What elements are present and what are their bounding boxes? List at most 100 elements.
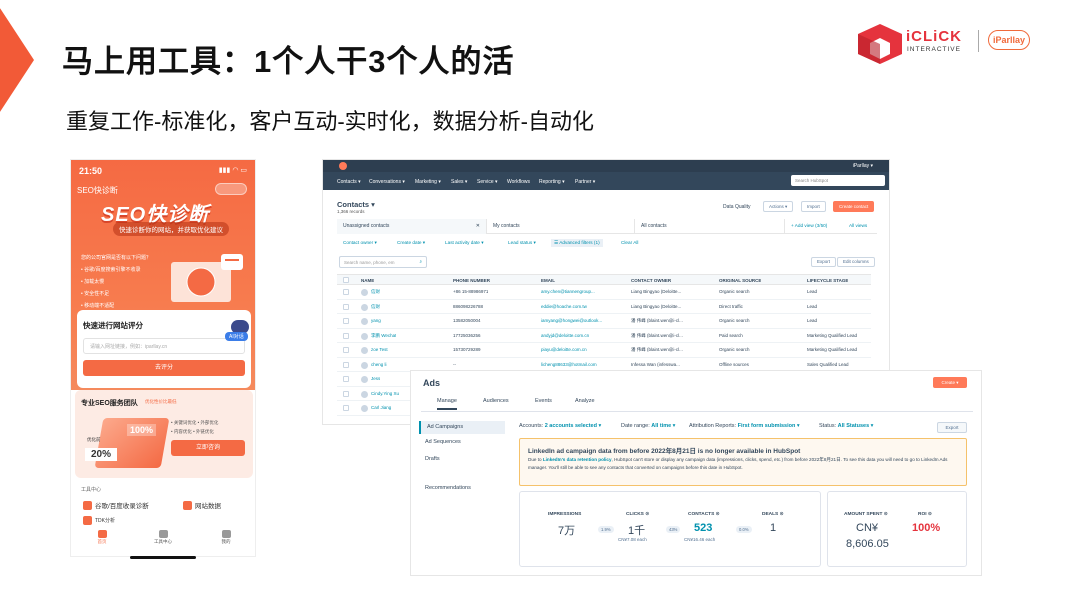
ai-chat-badge[interactable]: AI对话 (225, 332, 248, 341)
select-all-checkbox[interactable] (343, 277, 349, 283)
tab-audiences[interactable]: Audiences (483, 398, 509, 404)
sidebar-item-ad-campaigns[interactable]: Ad Campaigns (419, 421, 505, 434)
filter-last-activity[interactable]: Last activity date ▾ (445, 240, 484, 246)
contacts-value[interactable]: 523 (694, 522, 712, 534)
filter-date-range[interactable]: Date range: All time ▾ (621, 423, 675, 429)
col-source[interactable]: ORIGINAL SOURCE (719, 278, 761, 283)
sidebar-item-drafts[interactable]: Drafts (425, 456, 440, 462)
tab-my-contacts[interactable]: My contacts (487, 219, 635, 234)
filter-attribution[interactable]: Attribution Reports: First form submissi… (689, 423, 800, 429)
email-cell[interactable]: andyjd@deloitte.com.cn (541, 333, 589, 338)
owner-cell: Liang Bingyao (Deloitte... (631, 303, 682, 309)
sidebar-item-ad-sequences[interactable]: Ad Sequences (425, 439, 461, 445)
nav-sales[interactable]: Sales ▾ (451, 179, 467, 185)
name-cell[interactable]: cheng li (371, 362, 387, 367)
email-cell[interactable]: amy.chen@tiannengroup... (541, 289, 595, 294)
url-input[interactable]: 请输入网址链接，例如：iparllay.cn (83, 338, 245, 354)
ads-export-button[interactable]: Export (937, 422, 967, 433)
filter-accounts[interactable]: Accounts: 2 accounts selected ▾ (519, 423, 601, 429)
nav-reporting[interactable]: Reporting ▾ (539, 179, 565, 185)
avatar (361, 347, 368, 354)
user-icon (221, 530, 231, 538)
tab-all-contacts[interactable]: All contacts (635, 219, 785, 234)
email-cell[interactable]: piayu@deloitte.com.cn (541, 347, 587, 352)
consult-button[interactable]: 立即咨询 (171, 440, 245, 456)
nav-conversations[interactable]: Conversations ▾ (369, 179, 405, 185)
metrics-card: IMPRESSIONS 7万 1.9% CLICKS ⊙ 1千 CN¥7.08 … (519, 491, 821, 567)
col-owner[interactable]: CONTACT OWNER (631, 278, 671, 283)
hubspot-search-input[interactable]: Search HubSpot (791, 175, 885, 186)
name-cell[interactable]: Cindy.Ying Xu (371, 391, 399, 396)
row-checkbox[interactable] (343, 376, 349, 382)
clear-all-link[interactable]: Clear All (621, 240, 638, 245)
filter-status[interactable]: Status: All Statuses ▾ (819, 423, 873, 429)
table-row[interactable]: 信財 +86 15-88986971 amy.chen@tiannengroup..… (337, 285, 871, 300)
row-checkbox[interactable] (343, 318, 349, 324)
contacts-heading[interactable]: Contacts ▾ (337, 200, 375, 209)
retention-policy-link[interactable]: LinkedIn's data retention policy (543, 457, 612, 462)
clicks-label: CLICKS ⊙ (626, 512, 650, 517)
data-quality-link[interactable]: Data Quality (723, 204, 751, 210)
name-cell[interactable]: Carl Jiang (371, 405, 391, 410)
table-row[interactable]: 李鹏 Wechat 17725036256 andyjd@deloitte.com.… (337, 329, 871, 343)
tab-manage[interactable]: Manage (437, 398, 457, 410)
row-checkbox[interactable] (343, 303, 349, 310)
all-views-link[interactable]: All views (849, 223, 867, 228)
filter-contact-owner[interactable]: Contact owner ▾ (343, 240, 377, 246)
tool-item[interactable]: 谷歌/百度收录诊断 (83, 500, 149, 510)
tab-unassigned[interactable]: Unassigned contacts ✕ (337, 219, 487, 234)
row-checkbox[interactable] (343, 289, 349, 295)
row-checkbox[interactable] (343, 332, 349, 339)
filter-lead-status[interactable]: Lead status ▾ (508, 240, 536, 246)
tab-tools[interactable]: 工具中心 (148, 530, 178, 545)
edit-columns-button[interactable]: Edit columns (837, 257, 875, 267)
name-cell[interactable]: yang (371, 318, 381, 323)
create-contact-button[interactable]: Create contact (833, 201, 875, 212)
tab-me[interactable]: 我的 (211, 530, 241, 545)
email-cell[interactable]: iamyang@hongwei@outlook... (541, 318, 602, 323)
nav-contacts[interactable]: Contacts ▾ (337, 179, 361, 185)
filter-label: Accounts: (519, 423, 544, 429)
tab-home[interactable]: 首页 (87, 530, 117, 545)
nav-workflows[interactable]: Workflows (507, 179, 530, 185)
table-row[interactable]: 信財 886098226788 eddie@hoache.com.tw Liang B… (337, 300, 871, 314)
import-button[interactable]: Import (801, 201, 826, 212)
roi-label: ROI ⊙ (918, 512, 932, 517)
row-checkbox[interactable] (343, 405, 349, 411)
contacts-search-input[interactable]: Search name, phone, em ⌕ (339, 256, 427, 268)
col-phone[interactable]: PHONE NUMBER (453, 278, 490, 283)
export-button[interactable]: Export (811, 257, 837, 267)
tab-events[interactable]: Events (535, 398, 552, 404)
score-button[interactable]: 去评分 (83, 360, 245, 376)
account-menu[interactable]: iParllay ▾ (853, 163, 873, 169)
tool-item[interactable]: 网站数据 (183, 500, 221, 510)
email-cell[interactable]: eddie@hoache.com.tw (541, 304, 587, 309)
col-lifecycle[interactable]: LIFECYCLE STAGE (807, 278, 848, 283)
sidebar-item-recommendations[interactable]: Recommendations (425, 485, 471, 491)
name-cell[interactable]: 李鹏 Wechat (371, 333, 396, 339)
tab-analyze[interactable]: Analyze (575, 398, 595, 404)
actions-button[interactable]: Actions ▾ (763, 201, 794, 212)
row-checkbox[interactable] (343, 347, 349, 353)
name-cell[interactable]: 信財 (371, 289, 380, 295)
email-cell[interactable]: licheng88633@hotmail.com (541, 362, 597, 367)
row-checkbox[interactable] (343, 390, 349, 397)
name-cell[interactable]: Jess (371, 376, 380, 381)
nav-service[interactable]: Service ▾ (477, 179, 498, 185)
ads-create-button[interactable]: Create ▾ (933, 377, 967, 388)
tool-item[interactable]: TDK分析 (83, 516, 115, 525)
table-row[interactable]: zoe Test 15730729289 piayu@deloitte.com.cn… (337, 343, 871, 358)
name-cell[interactable]: 信財 (371, 304, 380, 310)
miniapp-capsule[interactable] (215, 183, 247, 195)
name-cell[interactable]: zoe Test (371, 347, 388, 352)
advanced-filters-button[interactable]: ☰ Advanced filters (1) (551, 239, 603, 247)
row-checkbox[interactable] (343, 361, 349, 368)
filter-create-date[interactable]: Create date ▾ (397, 240, 425, 246)
col-email[interactable]: EMAIL (541, 278, 555, 283)
nav-marketing[interactable]: Marketing ▾ (415, 179, 441, 185)
table-row[interactable]: yang 13582050004 iamyang@hongwei@outlook..… (337, 314, 871, 329)
add-view-link[interactable]: + Add view (3/50) (791, 223, 827, 228)
nav-partner[interactable]: Partner ▾ (575, 179, 595, 185)
col-name[interactable]: NAME (361, 278, 374, 283)
close-icon[interactable]: ✕ (476, 219, 480, 234)
